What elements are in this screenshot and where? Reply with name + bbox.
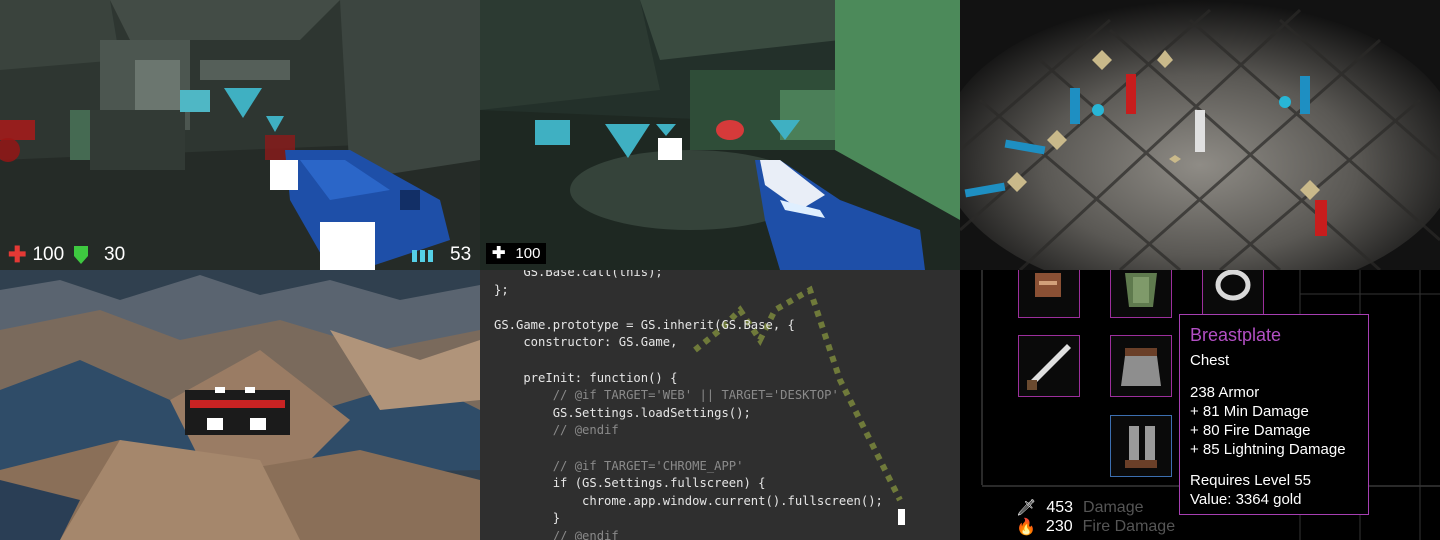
item-tooltip: Breastplate Chest 238 Armor + 81 Min Dam… [1179, 314, 1369, 515]
sword-icon: 🗡 [1016, 500, 1037, 517]
item-stat: + 81 Min Damage [1190, 403, 1309, 420]
code-line: preInit: function() { [494, 370, 678, 385]
item-value: Value: 3364 gold [1190, 491, 1302, 508]
code-line: GS.Game.prototype = GS.inherit(GS.Base, … [494, 317, 795, 332]
item-name: Breastplate [1190, 325, 1282, 345]
code-line: chrome.app.window.current().fullscreen()… [494, 493, 883, 508]
inventory-slot[interactable] [1018, 270, 1080, 318]
code-line: // @endif [494, 423, 619, 438]
terrain-scene [0, 270, 480, 540]
terrain-screenshot [0, 270, 480, 540]
inventory-slot[interactable] [1202, 270, 1264, 318]
item-stat: 238 Armor [1190, 384, 1260, 401]
ammo-readout: 53 [412, 244, 471, 266]
item-type: Chest [1190, 352, 1230, 369]
code-line: // @if TARGET='CHROME_APP' [494, 458, 744, 473]
armor-readout: 30 [74, 244, 125, 266]
boots-icon [1125, 426, 1157, 468]
code-line: GS.Base.call(this); [494, 270, 663, 279]
code-line: if (GS.Settings.fullscreen) { [494, 476, 766, 491]
armor-icon [1125, 273, 1157, 307]
item-stat: + 80 Fire Damage [1190, 422, 1311, 439]
chain-skirt-icon [1121, 348, 1161, 386]
code-line: } [494, 511, 561, 526]
item-stat: + 85 Lightning Damage [1190, 441, 1346, 458]
armor-shield-icon [74, 246, 88, 264]
code-line: // @if TARGET='WEB' || TARGET='DESKTOP' [494, 388, 839, 403]
code-editor: GS.Base.call(this); }; GS.Game.prototype… [480, 270, 960, 540]
character-stat-damage: 🗡 453 Damage [1016, 499, 1144, 517]
code-line: // @endif [494, 528, 619, 540]
inventory-slot[interactable] [1110, 270, 1172, 318]
fire-icon: 🔥 [1016, 519, 1036, 536]
arena-screenshot [960, 0, 1440, 270]
ring-icon [1215, 270, 1251, 301]
health-cross-icon: ✚ [492, 244, 506, 262]
ammo-icon [412, 250, 433, 262]
fps-screenshot-1: ✚ 100 30 53 [0, 0, 480, 270]
fps-scene-1 [0, 0, 480, 270]
fps-screenshot-2: ✚ 100 [480, 0, 960, 270]
fps-scene-2 [480, 0, 960, 270]
character-stat-fire-damage: 🔥 230 Fire Damage [1016, 518, 1176, 536]
code-line: GS.Settings.loadSettings(); [494, 405, 751, 420]
inventory-slot[interactable] [1110, 335, 1172, 397]
sword-icon [1027, 344, 1071, 390]
code-line: }; [494, 282, 509, 297]
gloves-icon [1035, 273, 1061, 297]
health-readout: ✚ 100 [8, 242, 65, 267]
code-text: GS.Base.call(this); }; GS.Game.prototype… [494, 270, 883, 540]
arena-scene [960, 0, 1440, 270]
item-requirement: Requires Level 55 [1190, 472, 1311, 489]
code-line: constructor: GS.Game, [494, 335, 678, 350]
health-readout-2: ✚ 100 [486, 243, 547, 264]
inventory-slot[interactable] [1018, 335, 1080, 397]
health-cross-icon: ✚ [8, 242, 27, 267]
text-cursor [898, 509, 905, 525]
inventory-slot-selected[interactable] [1110, 415, 1172, 477]
inventory-screen: Breastplate Chest 238 Armor + 81 Min Dam… [960, 270, 1440, 540]
